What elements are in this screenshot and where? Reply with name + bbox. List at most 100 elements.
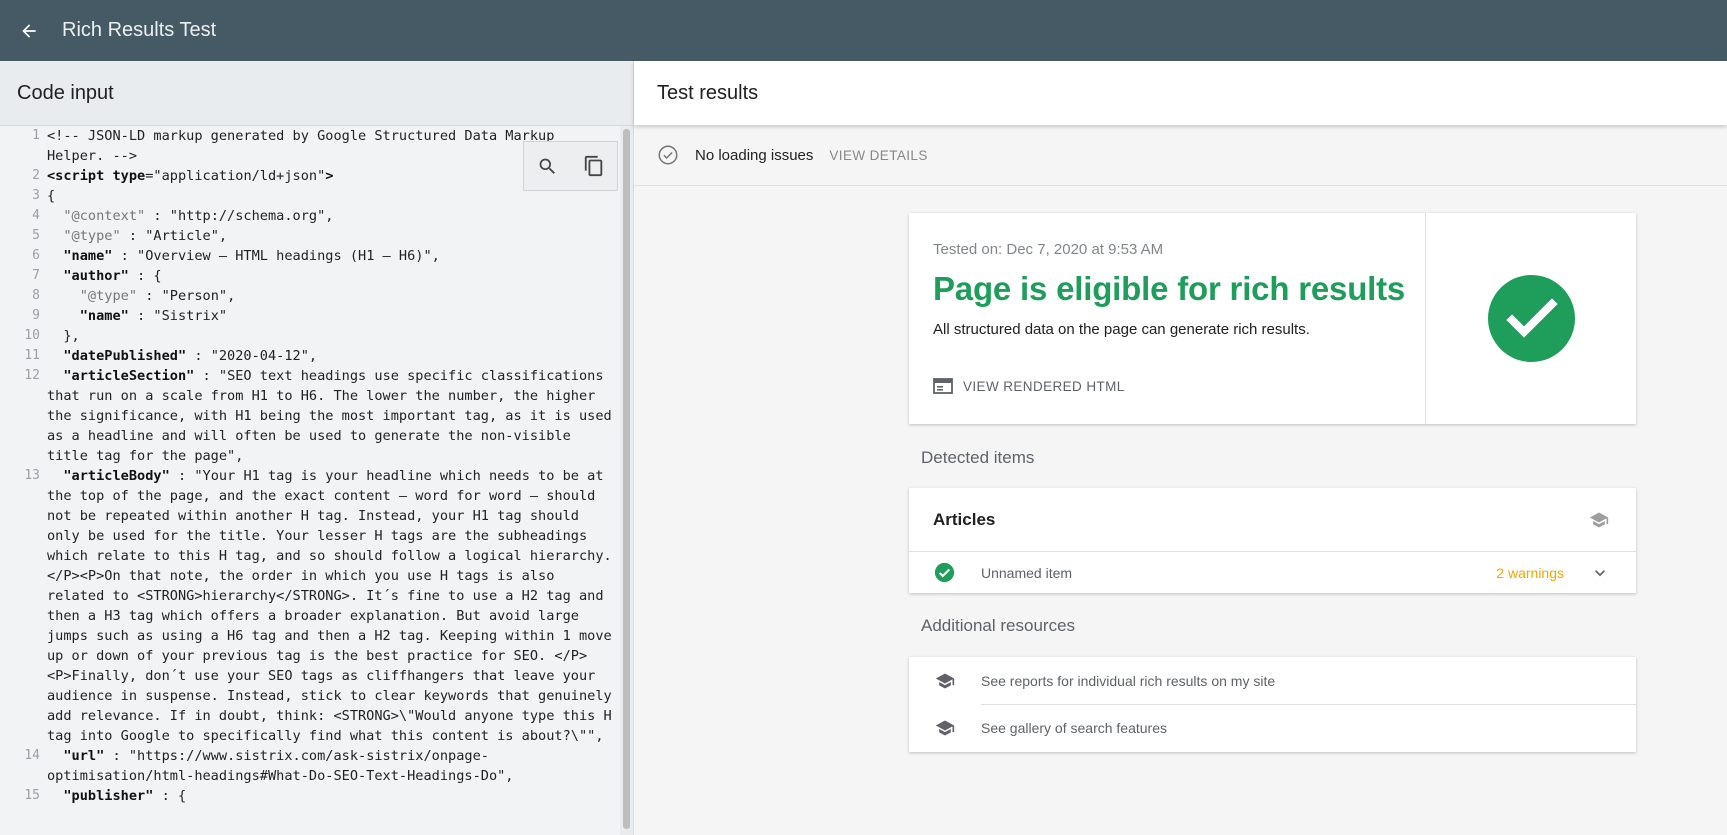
line-number: 13 (24, 468, 40, 483)
code-text: "@type" : "Article", (47, 226, 612, 246)
graduation-cap-icon (1588, 510, 1610, 530)
code-text: "name" : "Overview – HTML headings (H1 –… (47, 246, 612, 266)
eligibility-headline: Page is eligible for rich results (933, 270, 1406, 307)
code-line: 13 "articleBody" : "Your H1 tag is your … (0, 466, 620, 746)
code-token: "articleSection" (47, 368, 195, 384)
code-text: "@type" : "Person", (47, 286, 612, 306)
articles-card-header: Articles (909, 488, 1636, 552)
additional-resources-heading: Additional resources (921, 616, 1076, 635)
code-token: "name" (47, 308, 129, 324)
test-results-title: Test results (634, 61, 1727, 125)
article-item-name: Unnamed item (981, 564, 1073, 581)
code-token: "@type" (47, 228, 121, 244)
summary-text-area: Tested on: Dec 7, 2020 at 9:53 AM Page i… (909, 213, 1426, 424)
back-arrow-icon[interactable] (18, 20, 40, 42)
code-token: type (112, 168, 146, 184)
additional-resources-card: See reports for individual rich results … (909, 657, 1636, 752)
resource-link-reports[interactable]: See reports for individual rich results … (909, 657, 1636, 704)
detected-items-heading: Detected items (921, 448, 1035, 467)
resource-link-gallery[interactable]: See gallery of search features (909, 704, 1636, 751)
code-token: : "Sistrix" (128, 308, 228, 324)
code-line: 4 "@context" : "http://schema.org", (0, 206, 620, 226)
code-line: 6 "name" : "Overview – HTML headings (H1… (0, 246, 620, 266)
code-token: "url" (47, 748, 105, 764)
code-text: "@context" : "http://schema.org", (47, 206, 612, 226)
view-rendered-html-label: VIEW RENDERED HTML (963, 378, 1125, 394)
code-token: "name" (47, 248, 113, 264)
code-token: "publisher" (47, 788, 154, 804)
code-text: "publisher" : { (47, 786, 612, 806)
line-number: 2 (32, 168, 40, 183)
line-number: 5 (32, 228, 40, 243)
code-token: : { (128, 268, 162, 284)
line-number: 8 (32, 288, 40, 303)
loading-status-bar: No loading issues VIEW DETAILS (634, 125, 1727, 186)
view-details-button[interactable]: VIEW DETAILS (829, 148, 927, 163)
code-token: { (47, 188, 56, 204)
line-number: 1 (32, 128, 40, 143)
top-app-bar: Rich Results Test (0, 0, 1727, 61)
result-summary-card: Tested on: Dec 7, 2020 at 9:53 AM Page i… (909, 213, 1636, 424)
line-number: 6 (32, 248, 40, 263)
code-token: : "https://www.sistrix.com/ask-sistrix/o… (47, 748, 514, 784)
code-token: : "Overview – HTML headings (H1 – H6)", (112, 248, 440, 264)
code-token: : "2020-04-12", (186, 348, 318, 364)
warnings-count: 2 warnings (1496, 564, 1564, 581)
code-scrollbar[interactable] (621, 126, 632, 835)
articles-title: Articles (933, 509, 996, 529)
code-token: "author" (47, 268, 129, 284)
code-text: }, (47, 326, 612, 346)
browser-window-icon (933, 377, 953, 395)
code-token: "datePublished" (47, 348, 187, 364)
code-line: 10 }, (0, 326, 620, 346)
code-text: "author" : { (47, 266, 612, 286)
code-token: : { (153, 788, 187, 804)
graduation-cap-icon (934, 718, 956, 738)
line-number: 12 (24, 368, 40, 383)
code-token: : "Your H1 tag is your headline which ne… (47, 468, 620, 744)
code-token: <script (47, 168, 113, 184)
code-token: ="application/ld+json" (145, 168, 326, 184)
code-token: > (325, 168, 334, 184)
articles-card: Articles Unnamed item 2 warnings (909, 488, 1636, 593)
code-token: }, (47, 328, 80, 344)
code-line: 5 "@type" : "Article", (0, 226, 620, 246)
code-text: "datePublished" : "2020-04-12", (47, 346, 612, 366)
code-line: 14 "url" : "https://www.sistrix.com/ask-… (0, 746, 620, 786)
line-number: 14 (24, 748, 40, 763)
view-rendered-html-button[interactable]: VIEW RENDERED HTML (933, 377, 1125, 395)
chevron-down-icon[interactable] (1590, 563, 1610, 583)
code-token: "@type" (47, 288, 138, 304)
code-token: : "Article", (120, 228, 228, 244)
line-number: 4 (32, 208, 40, 223)
code-text: "url" : "https://www.sistrix.com/ask-sis… (47, 746, 612, 786)
graduation-cap-icon (934, 671, 956, 691)
code-input-title: Code input (0, 61, 633, 126)
tested-on-text: Tested on: Dec 7, 2020 at 9:53 AM (933, 241, 1164, 258)
code-token: "@context" (47, 208, 146, 224)
app-title: Rich Results Test (62, 19, 217, 41)
code-token: : "http://schema.org", (145, 208, 334, 224)
scrollbar-thumb[interactable] (623, 129, 630, 829)
copy-icon[interactable] (583, 155, 605, 177)
line-number: 15 (24, 788, 40, 803)
line-number: 7 (32, 268, 40, 283)
code-line: 12 "articleSection" : "SEO text headings… (0, 366, 620, 466)
code-line: 8 "@type" : "Person", (0, 286, 620, 306)
code-input-panel: Code input 1 <!-- JSON-LD markup generate… (0, 61, 634, 835)
line-number: 9 (32, 308, 40, 323)
check-circle-icon (934, 562, 955, 583)
code-token: "articleBody" (47, 468, 170, 484)
code-line: 15 "publisher" : { (0, 786, 620, 806)
check-circle-outline-icon (657, 144, 679, 166)
line-number: 3 (32, 188, 40, 203)
eligibility-subtext: All structured data on the page can gene… (933, 321, 1310, 338)
search-icon[interactable] (537, 156, 558, 177)
line-number: 10 (24, 328, 40, 343)
code-token: <!-- JSON-LD markup generated by Google … (47, 128, 555, 164)
article-item-row[interactable]: Unnamed item 2 warnings (909, 552, 1636, 593)
code-line: 7 "author" : { (0, 266, 620, 286)
code-text: "articleBody" : "Your H1 tag is your hea… (47, 466, 612, 746)
test-results-panel: Test results No loading issues VIEW DETA… (634, 61, 1727, 835)
code-editor[interactable]: 1 <!-- JSON-LD markup generated by Google… (0, 126, 620, 835)
